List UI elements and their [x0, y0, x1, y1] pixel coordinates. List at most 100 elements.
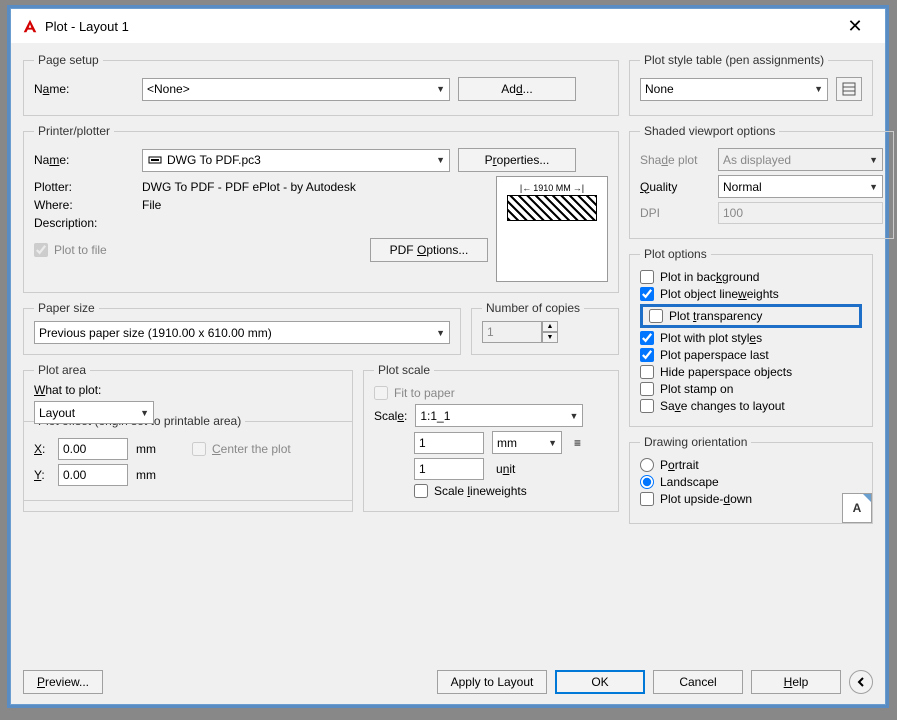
paper-preview: |← 1910 MM →| — [496, 176, 608, 282]
preview-button[interactable]: Preview... — [23, 670, 103, 694]
dpi-label: DPI — [640, 206, 710, 220]
page-setup-legend: Page setup — [34, 53, 103, 67]
printer-plotter-group: Printer/plotter Name: DWG To PDF.pc3 ▼ P… — [23, 124, 619, 293]
scale-dropdown[interactable]: 1:1_1 ▼ — [415, 404, 583, 427]
unit-label: unit — [492, 462, 562, 476]
x-unit: mm — [136, 442, 156, 456]
close-icon[interactable]: ✕ — [835, 16, 875, 37]
properties-button[interactable]: Properties... — [458, 148, 576, 172]
collapse-button[interactable] — [849, 670, 873, 694]
scale-unit-dropdown[interactable]: mm ▼ — [492, 431, 562, 454]
scale-numerator-input[interactable] — [414, 432, 484, 454]
plot-styles-checkbox[interactable]: Plot with plot styles — [640, 331, 862, 345]
where-label: Where: — [34, 198, 134, 212]
printer-name-label: Name: — [34, 153, 134, 167]
shade-plot-dropdown: As displayed ▼ — [718, 148, 883, 171]
spinner-down-icon[interactable]: ▼ — [542, 332, 558, 343]
offset-x-input[interactable] — [58, 438, 128, 460]
plot-to-file-checkbox: Plot to file — [34, 243, 107, 257]
paper-size-group: Paper size Previous paper size (1910.00 … — [23, 301, 461, 355]
portrait-radio[interactable]: Portrait — [640, 458, 862, 472]
plot-dialog: Plot - Layout 1 ✕ Page setup Name: <None… — [10, 8, 886, 705]
cancel-button[interactable]: Cancel — [653, 670, 743, 694]
plot-area-legend: Plot area — [34, 363, 90, 377]
add-button[interactable]: Add... — [458, 77, 576, 101]
spinner-up-icon[interactable]: ▲ — [542, 321, 558, 332]
dpi-input — [718, 202, 883, 224]
center-plot-checkbox: Center the plot — [192, 442, 291, 456]
plot-style-legend: Plot style table (pen assignments) — [640, 53, 828, 67]
x-label: X: — [34, 442, 50, 456]
help-button[interactable]: Help — [751, 670, 841, 694]
page-setup-group: Page setup Name: <None> ▼ Add... — [23, 53, 619, 116]
orientation-group: Drawing orientation Portrait Landscape P… — [629, 435, 873, 524]
plot-style-dropdown[interactable]: None ▼ — [640, 78, 828, 101]
dialog-footer: Preview... Apply to Layout OK Cancel Hel… — [23, 670, 873, 694]
y-label: Y: — [34, 468, 50, 482]
chevron-down-icon: ▼ — [569, 411, 578, 421]
edit-plot-style-button[interactable] — [836, 77, 862, 101]
plot-options-group: Plot options Plot in background Plot obj… — [629, 247, 873, 427]
description-label: Description: — [34, 216, 134, 230]
quality-label: Quality — [640, 180, 710, 194]
quality-dropdown[interactable]: Normal ▼ — [718, 175, 883, 198]
plotter-label: Plotter: — [34, 180, 134, 194]
copies-legend: Number of copies — [482, 301, 584, 315]
where-value: File — [142, 198, 161, 212]
what-to-plot-dropdown[interactable]: Layout ▼ — [34, 401, 154, 424]
dialog-title: Plot - Layout 1 — [45, 19, 129, 34]
name-label: Name: — [34, 82, 134, 96]
hide-paperspace-checkbox[interactable]: Hide paperspace objects — [640, 365, 862, 379]
apply-to-layout-button[interactable]: Apply to Layout — [437, 670, 547, 694]
equals-icon: ≡ — [570, 436, 585, 450]
plot-options-legend: Plot options — [640, 247, 711, 261]
fit-to-paper-checkbox: Fit to paper — [374, 386, 608, 400]
paper-size-legend: Paper size — [34, 301, 99, 315]
plotter-icon — [147, 152, 163, 168]
chevron-down-icon: ▼ — [548, 438, 557, 448]
plot-scale-legend: Plot scale — [374, 363, 434, 377]
scale-label: Scale: — [374, 409, 407, 423]
chevron-down-icon: ▼ — [814, 84, 823, 94]
chevron-down-icon: ▼ — [436, 328, 445, 338]
save-changes-checkbox[interactable]: Save changes to layout — [640, 399, 862, 413]
upside-down-checkbox[interactable]: Plot upside-down — [640, 492, 862, 506]
scale-denominator-input[interactable] — [414, 458, 484, 480]
orientation-legend: Drawing orientation — [640, 435, 751, 449]
orientation-icon: A — [842, 493, 872, 523]
printer-legend: Printer/plotter — [34, 124, 114, 138]
plot-transparency-checkbox[interactable]: Plot transparency — [649, 309, 853, 323]
plot-background-checkbox[interactable]: Plot in background — [640, 270, 862, 284]
copies-spinner[interactable]: ▲▼ — [482, 321, 608, 343]
chevron-left-icon — [855, 676, 867, 688]
titlebar: Plot - Layout 1 ✕ — [11, 9, 885, 43]
chevron-down-icon: ▼ — [869, 155, 878, 165]
plot-transparency-highlight: Plot transparency — [640, 304, 862, 328]
copies-group: Number of copies ▲▼ — [471, 301, 619, 355]
table-icon — [842, 82, 856, 96]
plot-scale-group: Plot scale Fit to paper Scale: 1:1_1 ▼ — [363, 363, 619, 512]
offset-y-input[interactable] — [58, 464, 128, 486]
shaded-legend: Shaded viewport options — [640, 124, 779, 138]
plot-style-group: Plot style table (pen assignments) None … — [629, 53, 873, 116]
chevron-down-icon: ▼ — [869, 182, 878, 192]
ok-button[interactable]: OK — [555, 670, 645, 694]
landscape-radio[interactable]: Landscape — [640, 475, 862, 489]
plotter-value: DWG To PDF - PDF ePlot - by Autodesk — [142, 180, 356, 194]
chevron-down-icon: ▼ — [140, 408, 149, 418]
shade-plot-label: Shade plot — [640, 153, 710, 167]
pdf-options-button[interactable]: PDF Options... — [370, 238, 488, 262]
scale-lineweights-checkbox[interactable]: Scale lineweights — [414, 484, 608, 498]
chevron-down-icon: ▼ — [436, 84, 445, 94]
plot-stamp-checkbox[interactable]: Plot stamp on — [640, 382, 862, 396]
plot-lineweights-checkbox[interactable]: Plot object lineweights — [640, 287, 862, 301]
y-unit: mm — [136, 468, 156, 482]
autocad-icon — [21, 17, 39, 35]
plot-paperspace-last-checkbox[interactable]: Plot paperspace last — [640, 348, 862, 362]
what-to-plot-label: What to plot: — [34, 383, 342, 397]
chevron-down-icon: ▼ — [436, 155, 445, 165]
page-setup-name-dropdown[interactable]: <None> ▼ — [142, 78, 450, 101]
shaded-viewport-group: Shaded viewport options Shade plot As di… — [629, 124, 894, 239]
paper-size-dropdown[interactable]: Previous paper size (1910.00 x 610.00 mm… — [34, 321, 450, 344]
printer-name-dropdown[interactable]: DWG To PDF.pc3 ▼ — [142, 149, 450, 172]
